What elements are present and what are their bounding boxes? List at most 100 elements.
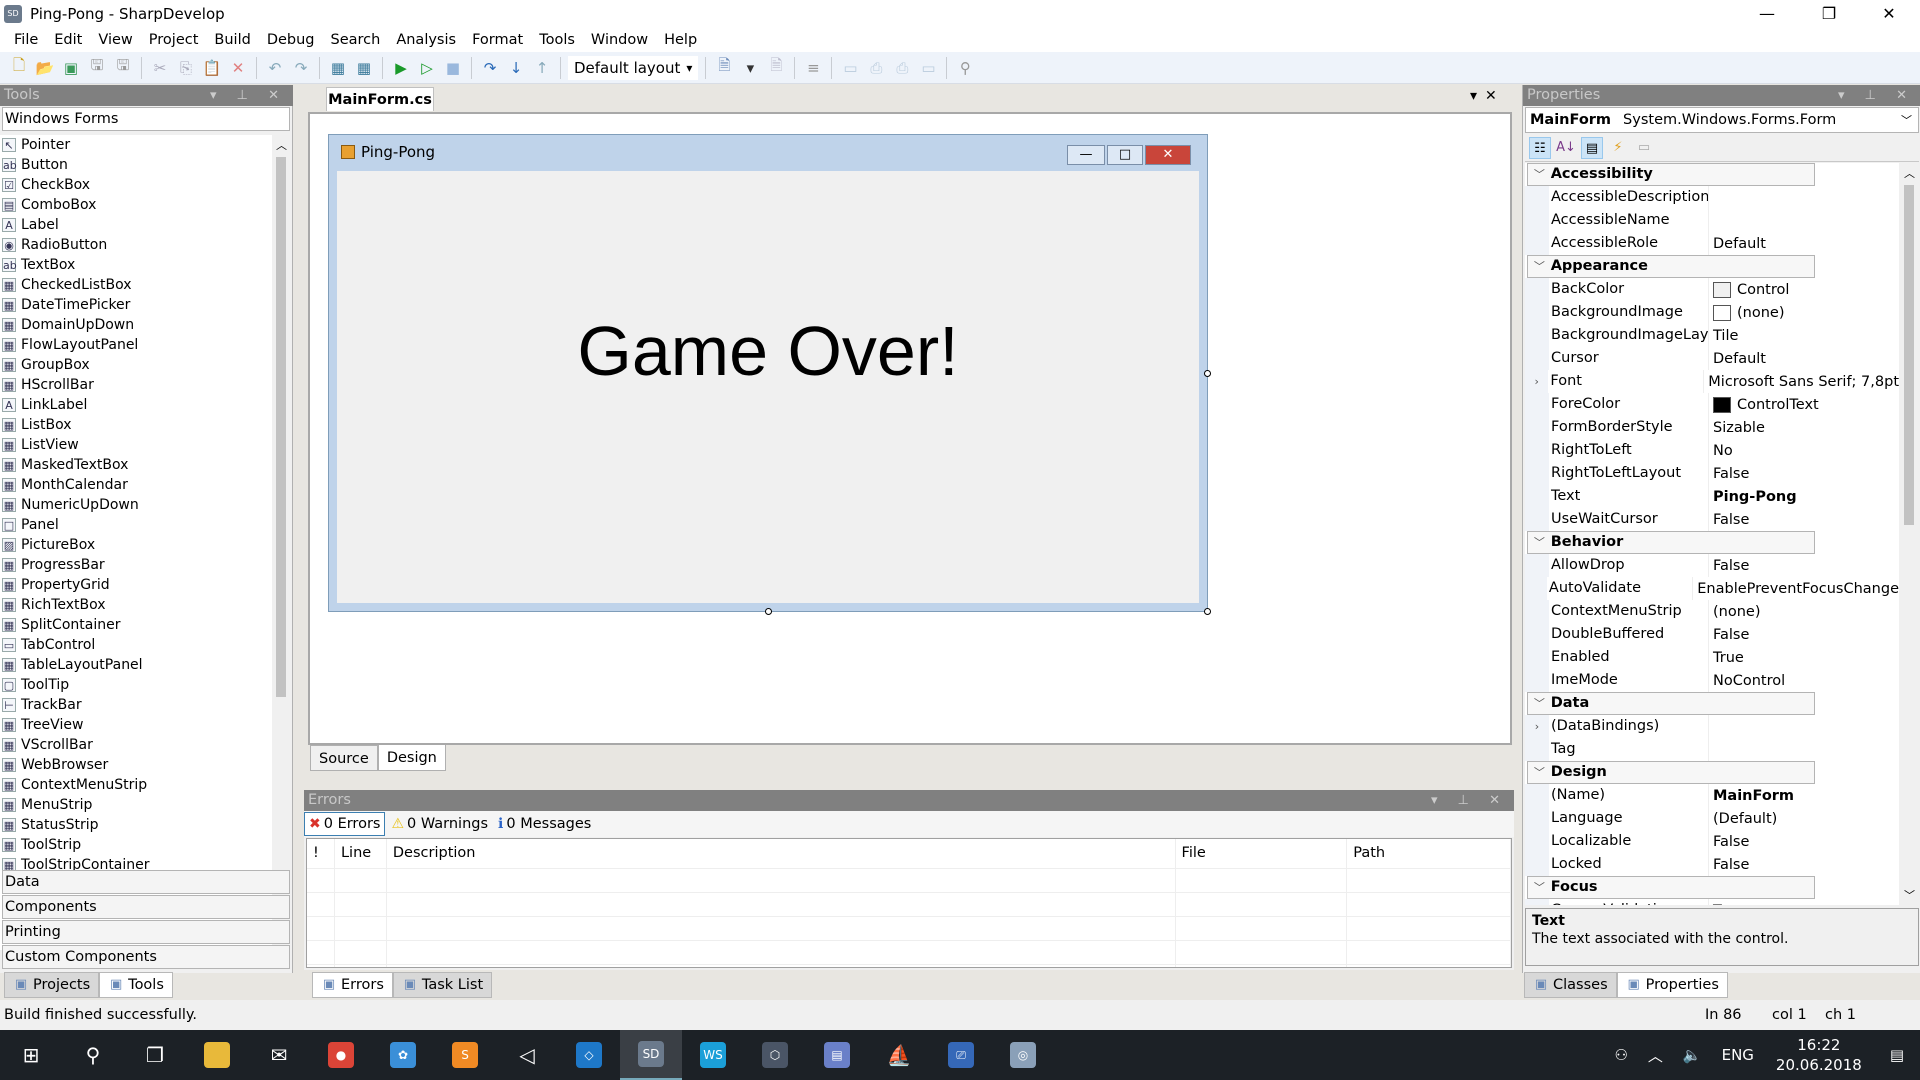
property-value[interactable]: Control	[1709, 281, 1789, 298]
column-header[interactable]: Line	[335, 839, 387, 868]
toolbox-item-trackbar[interactable]: ⊢ TrackBar	[0, 695, 272, 715]
tab-source[interactable]: Source	[310, 745, 378, 771]
property-row[interactable]: UseWaitCursor False	[1525, 508, 1899, 531]
resize-handle-bottom[interactable]	[765, 608, 772, 615]
categorized-icon[interactable]: ☷	[1529, 136, 1551, 159]
property-row[interactable]: Locked False	[1525, 853, 1899, 876]
property-row[interactable]: FormBorderStyle Sizable	[1525, 416, 1899, 439]
property-row[interactable]: CausesValidation True	[1525, 899, 1899, 905]
open-icon[interactable]: 📂	[34, 57, 56, 79]
collapse-icon[interactable]: ﹀	[1530, 532, 1549, 554]
column-header[interactable]: File	[1176, 839, 1348, 868]
toolbox-scrollbar[interactable]: ︿ ﹀	[272, 135, 290, 950]
property-row[interactable]: AccessibleRole Default	[1525, 232, 1899, 255]
property-category-data[interactable]: ﹀ Data	[1527, 692, 1815, 715]
toolbox-category-components[interactable]: Components	[2, 895, 290, 919]
language-indicator[interactable]: ENG	[1712, 1046, 1764, 1064]
taskbar-chrome[interactable]: ●	[310, 1030, 372, 1080]
toolbox-category-custom-components[interactable]: Custom Components	[2, 945, 290, 969]
remove-icon[interactable]: ▭	[917, 57, 939, 79]
copy-icon[interactable]: ⎘	[175, 57, 197, 79]
property-row[interactable]: › Font Microsoft Sans Serif; 7,8pt	[1525, 370, 1899, 393]
scroll-up-icon[interactable]: ︿	[276, 137, 287, 153]
toolbox-category-printing[interactable]: Printing	[2, 920, 290, 944]
sort-alphabetical-icon[interactable]: A↓	[1555, 137, 1577, 159]
property-category-appearance[interactable]: ﹀ Appearance	[1527, 255, 1815, 278]
filter-warnings[interactable]: ⚠ 0 Warnings	[387, 812, 492, 836]
delete-icon[interactable]: ✕	[227, 57, 249, 79]
taskbar-app-ship[interactable]: ⛵	[868, 1030, 930, 1080]
menu-search[interactable]: Search	[323, 32, 389, 48]
menu-project[interactable]: Project	[141, 32, 207, 48]
stop-icon[interactable]: ■	[442, 57, 464, 79]
panel-controls[interactable]: ▾ ⊥ ✕	[1838, 85, 1915, 106]
property-row[interactable]: ContextMenuStrip (none)	[1525, 600, 1899, 623]
taskbar-sharpdevelop[interactable]: SD	[620, 1030, 682, 1080]
restore-button[interactable]: ❐	[1800, 0, 1858, 28]
property-row[interactable]: Language (Default)	[1525, 807, 1899, 830]
toolbox-item-tablelayoutpanel[interactable]: ▦ TableLayoutPanel	[0, 655, 272, 675]
print-preview-icon[interactable]: ⎙	[891, 57, 913, 79]
column-header[interactable]: Description	[387, 839, 1176, 868]
toolbox-item-listbox[interactable]: ▦ ListBox	[0, 415, 272, 435]
scrollbar-thumb[interactable]	[1904, 185, 1914, 525]
window-icon[interactable]: ▭	[839, 57, 861, 79]
tab-properties[interactable]: ▣ Properties	[1616, 972, 1728, 998]
menu-debug[interactable]: Debug	[259, 32, 323, 48]
property-category-accessibility[interactable]: ﹀ Accessibility	[1527, 163, 1815, 186]
dropdown-icon[interactable]: ▾	[739, 57, 761, 79]
filter-infos[interactable]: ℹ0 Messages	[494, 812, 595, 836]
property-value[interactable]: (none)	[1709, 604, 1761, 620]
toolbox-item-splitcontainer[interactable]: ▦ SplitContainer	[0, 615, 272, 635]
toolbox-item-picturebox[interactable]: ▨ PictureBox	[0, 535, 272, 555]
scroll-down-icon[interactable]: ﹀	[1904, 887, 1915, 903]
property-value[interactable]: False	[1709, 466, 1749, 482]
volume-icon[interactable]: 🔈	[1673, 1046, 1712, 1064]
chevron-down-icon[interactable]: ﹀	[1901, 112, 1912, 128]
rebuild-icon[interactable]: ▦	[353, 57, 375, 79]
property-row[interactable]: BackgroundImage (none)	[1525, 301, 1899, 324]
tab-projects[interactable]: ▣ Projects	[4, 972, 100, 998]
toolbox-item-maskedtextbox[interactable]: ▦ MaskedTextBox	[0, 455, 272, 475]
toolbox-item-checkedlistbox[interactable]: ▦ CheckedListBox	[0, 275, 272, 295]
tab-task-list[interactable]: ▣ Task List	[392, 972, 493, 998]
property-value[interactable]: True	[1709, 903, 1744, 906]
toolbox-item-richtextbox[interactable]: ▦ RichTextBox	[0, 595, 272, 615]
paste-icon[interactable]: 📋	[201, 57, 223, 79]
cut-icon[interactable]: ✂	[149, 57, 171, 79]
column-header[interactable]: !	[307, 839, 335, 868]
toolbox-item-statusstrip[interactable]: ▦ StatusStrip	[0, 815, 272, 835]
toolbox-item-monthcalendar[interactable]: ▦ MonthCalendar	[0, 475, 272, 495]
taskbar-mail[interactable]: ✉	[248, 1030, 310, 1080]
tab-tools[interactable]: ▣ Tools	[99, 972, 173, 998]
toolbox-item-progressbar[interactable]: ▦ ProgressBar	[0, 555, 272, 575]
redo-icon[interactable]: ↷	[290, 57, 312, 79]
filter-errors[interactable]: ✖ 0 Errors	[304, 812, 386, 836]
menu-file[interactable]: File	[6, 32, 46, 48]
menu-format[interactable]: Format	[464, 32, 531, 48]
undo-icon[interactable]: ↶	[264, 57, 286, 79]
property-value[interactable]: Default	[1709, 236, 1766, 252]
menu-edit[interactable]: Edit	[46, 32, 90, 48]
property-value[interactable]: MainForm	[1709, 788, 1794, 804]
print-icon[interactable]: ⎙	[865, 57, 887, 79]
expand-icon[interactable]: ›	[1525, 715, 1549, 738]
taskbar-app-doc[interactable]: ▤	[806, 1030, 868, 1080]
toolbox-item-contextmenustrip[interactable]: ▦ ContextMenuStrip	[0, 775, 272, 795]
property-value[interactable]: NoControl	[1709, 673, 1785, 689]
collapse-icon[interactable]: ﹀	[1530, 877, 1549, 899]
property-row[interactable]: BackgroundImageLayoutTile	[1525, 324, 1899, 347]
property-row[interactable]: Cursor Default	[1525, 347, 1899, 370]
toolbox-item-listview[interactable]: ▦ ListView	[0, 435, 272, 455]
panel-controls[interactable]: ▾ ⊥ ✕	[210, 85, 287, 106]
toolbox-item-numericupdown[interactable]: ▦ NumericUpDown	[0, 495, 272, 515]
taskbar-webstorm[interactable]: WS	[682, 1030, 744, 1080]
bookmark-icon[interactable]: 🗎	[713, 56, 735, 79]
property-row[interactable]: RightToLeftLayout False	[1525, 462, 1899, 485]
tab-design[interactable]: Design	[377, 745, 446, 771]
property-value[interactable]: False	[1709, 627, 1749, 643]
toolbox-item-vscrollbar[interactable]: ▦ VScrollBar	[0, 735, 272, 755]
property-row[interactable]: Text Ping-Pong	[1525, 485, 1899, 508]
object-selector[interactable]: MainForm System.Windows.Forms.Form ﹀	[1525, 107, 1919, 133]
form-client-area[interactable]: Game Over!	[337, 171, 1199, 603]
